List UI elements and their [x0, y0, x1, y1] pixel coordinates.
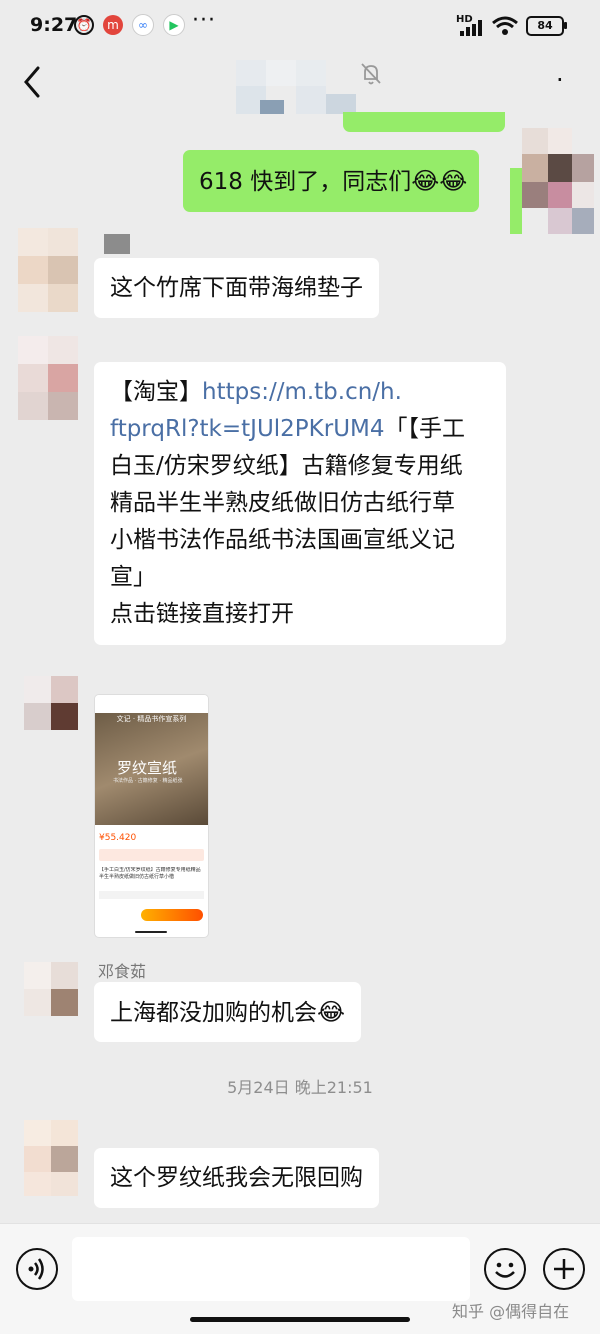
message-text: 这个罗纹纸我会无限回购: [110, 1165, 363, 1191]
message-text: 618 快到了，同志们: [199, 169, 412, 195]
battery-indicator: 84: [526, 16, 564, 36]
play-store-icon: ▶: [163, 14, 185, 36]
image-subtitle-text: 书法作品 · 古籍修复 · 精品纸张: [113, 778, 183, 784]
status-bar: 9:27 ⏰ m ∞ ▶ ··· HD 84: [0, 0, 600, 52]
mute-bell-icon: [361, 63, 381, 85]
link-line: ftprqRl?tk=tJUl2PKrUM4「【手工: [110, 416, 466, 442]
image-buy-button: [141, 909, 203, 921]
zhihu-watermark: 知乎 @偶得自在: [452, 1302, 570, 1321]
sender-name: 邓食茹: [98, 962, 147, 981]
message-text-line: 精品半生半熟皮纸做旧仿古纸行草: [110, 490, 455, 516]
taobao-link-cont[interactable]: ftprqRl?tk=tJUl2PKrUM4: [110, 416, 385, 442]
emoji-button[interactable]: [484, 1248, 526, 1290]
message-bubble-incoming[interactable]: 上海都没加购的机会😂: [94, 982, 362, 1042]
status-time: 9:27: [30, 14, 78, 36]
more-notifications-icon: ···: [192, 8, 216, 33]
cloud-app-icon: ∞: [132, 14, 154, 36]
contact-avatar[interactable]: [24, 676, 78, 730]
taobao-link[interactable]: https://m.tb.cn/h.: [202, 379, 402, 405]
contact-avatar[interactable]: [18, 336, 78, 420]
message-bubble-incoming[interactable]: 这个罗纹纸我会无限回购: [94, 1148, 379, 1208]
home-indicator[interactable]: [190, 1317, 410, 1322]
message-text: 上海都没加购的机会: [110, 1000, 317, 1026]
image-banner-text: 文记 · 精品书作宣系列: [116, 715, 187, 723]
message-bubble-incoming[interactable]: 这个竹席下面带海绵垫子: [94, 258, 379, 318]
facepalm-emoji-icon: 😂: [317, 998, 346, 1026]
sender-name-blurred: [104, 234, 130, 254]
chat-input-bar: 知乎 @偶得自在: [0, 1223, 600, 1334]
message-text-line: 宣」: [110, 564, 156, 590]
status-notification-icons: ⏰ m ∞ ▶: [74, 14, 185, 36]
self-avatar[interactable]: [510, 128, 594, 234]
back-button[interactable]: [16, 62, 50, 102]
message-input[interactable]: [72, 1237, 470, 1301]
more-options-button[interactable]: ·: [556, 66, 564, 94]
contact-avatar[interactable]: [24, 962, 78, 1016]
image-product-text: 【手工白玉/仿宋罗纹纸】古籍修复专用纸精品半生半熟皮纸做旧仿古纸行草小楷: [99, 867, 201, 880]
message-bubble-outgoing[interactable]: 618 快到了，同志们😂😂: [183, 150, 480, 212]
battery-tip: [564, 22, 567, 29]
plus-icon: [554, 1259, 574, 1279]
message-text: 这个竹席下面带海绵垫子: [110, 275, 363, 301]
previous-message-bubble[interactable]: [343, 112, 505, 132]
more-actions-button[interactable]: [543, 1248, 585, 1290]
voice-icon: [28, 1258, 44, 1280]
alarm-icon: ⏰: [74, 15, 94, 35]
app-notification-icon: m: [103, 15, 123, 35]
contact-avatar[interactable]: [18, 228, 78, 312]
chat-title-blurred: [236, 60, 356, 114]
message-bubble-incoming-link[interactable]: 【淘宝】https://m.tb.cn/h. ftprqRl?tk=tJUl2P…: [94, 362, 506, 645]
message-text-line: 小楷书法作品纸书法国画宣纸义记: [110, 527, 455, 553]
smiley-icon: [495, 1262, 515, 1278]
signal-icon: [460, 20, 482, 36]
voice-input-button[interactable]: [16, 1248, 58, 1290]
image-coupon-bar: [99, 849, 204, 861]
image-home-indicator: [135, 931, 167, 933]
message-text-line: 白玉/仿宋罗纹纸】古籍修复专用纸: [110, 453, 463, 479]
chat-header: ·: [0, 52, 600, 118]
image-title-text: 罗纹宣纸: [117, 759, 178, 777]
message-text-line: 点击链接直接打开: [110, 601, 294, 627]
image-price-text: ¥55.420: [99, 833, 137, 843]
shared-image-message[interactable]: 文记 · 精品书作宣系列 罗纹宣纸 书法作品 · 古籍修复 · 精品纸张 ¥55…: [94, 694, 209, 938]
contact-avatar[interactable]: [24, 1120, 78, 1196]
facepalm-emoji-icon: 😂😂: [411, 167, 468, 195]
link-line: 【淘宝】https://m.tb.cn/h.: [110, 379, 402, 405]
image-shipping-bar: [99, 891, 204, 899]
chat-timestamp: 5月24日 晚上21:51: [227, 1078, 373, 1097]
wifi-icon: [492, 16, 518, 35]
